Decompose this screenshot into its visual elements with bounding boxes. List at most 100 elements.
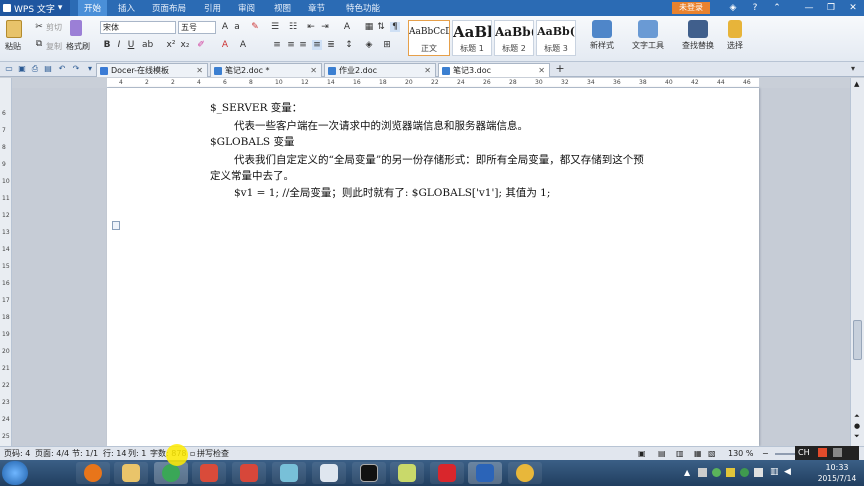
menu-review[interactable]: 审阅 <box>238 0 255 16</box>
find-replace-button[interactable]: 查找替换 <box>678 20 718 54</box>
superscript-icon[interactable]: x² <box>166 40 176 50</box>
tab-homework2[interactable]: 作业2.doc ✕ <box>324 63 436 77</box>
tab-notes2[interactable]: 笔记2.doc * ✕ <box>210 63 322 77</box>
align-right-icon[interactable]: ≡ <box>298 40 308 50</box>
outline-view-icon[interactable]: ▧ <box>708 447 716 460</box>
print-preview-icon[interactable]: ▤ <box>43 64 53 74</box>
taskbar-app-4[interactable] <box>192 462 226 484</box>
tab-list-dropdown-icon[interactable]: ▾ <box>848 64 858 74</box>
page-nav-icon[interactable]: ● <box>854 422 860 430</box>
doc-line[interactable]: $GLOBALS 变量 <box>210 134 294 149</box>
font-size-select[interactable]: 五号 <box>178 21 216 34</box>
scroll-up-icon[interactable]: ▲ <box>854 80 859 88</box>
tray-app-icon[interactable] <box>740 468 749 477</box>
font-color-icon[interactable]: A <box>220 40 230 50</box>
strikethrough-icon[interactable]: ab <box>142 40 153 50</box>
tab-close-icon[interactable]: ✕ <box>538 64 545 77</box>
highlight-icon[interactable]: ✐ <box>196 40 206 50</box>
clear-format-icon[interactable]: ✎ <box>250 22 260 32</box>
next-page-icon[interactable]: ⏷ <box>854 432 860 441</box>
cut-button[interactable]: 剪切 <box>46 22 62 33</box>
undo-icon[interactable]: ↶ <box>57 64 67 74</box>
table-icon[interactable]: ▦ <box>364 22 374 32</box>
maximize-icon[interactable]: ❐ <box>820 0 842 16</box>
tray-app-icon[interactable] <box>712 468 721 477</box>
underline-icon[interactable]: U <box>126 40 136 50</box>
page-view-icon[interactable]: ▥ <box>676 447 684 460</box>
document-page[interactable]: $_SERVER 变量： 代表一些客户端在一次请求中的浏览器端信息和服务器端信息… <box>107 88 759 446</box>
grow-font-icon[interactable]: A <box>220 22 230 32</box>
doc-line[interactable]: $_SERVER 变量： <box>210 100 302 115</box>
style-heading-3[interactable]: AaBb( 标题 3 <box>536 20 576 56</box>
redo-icon[interactable]: ↷ <box>71 64 81 74</box>
style-heading-2[interactable]: AaBb( 标题 2 <box>494 20 534 56</box>
select-button[interactable]: 选择 <box>722 20 748 54</box>
view-mode-icon[interactable]: ▤ <box>658 447 666 460</box>
numbered-list-icon[interactable]: ☷ <box>288 22 298 32</box>
paste-button[interactable]: 粘贴 <box>5 41 21 52</box>
taskbar-cmd[interactable] <box>352 462 386 484</box>
sort-icon[interactable]: ⇅ <box>376 22 386 32</box>
subscript-icon[interactable]: x₂ <box>180 40 190 50</box>
taskbar-explorer[interactable] <box>114 462 148 484</box>
new-style-button[interactable]: 新样式 <box>584 20 620 54</box>
tray-app-icon[interactable] <box>754 468 763 477</box>
decrease-indent-icon[interactable]: ⇤ <box>306 22 316 32</box>
justify-icon[interactable]: ≡ <box>312 40 322 50</box>
menu-view[interactable]: 视图 <box>274 0 291 16</box>
tab-close-icon[interactable]: ✕ <box>424 64 431 77</box>
horizontal-ruler[interactable]: 4 2 2 4 6 8 10 12 14 16 18 20 22 24 26 28 30 32 34 36 38 40 42… <box>107 78 759 88</box>
taskbar-chrome[interactable] <box>154 462 188 484</box>
char-shading-icon[interactable]: A <box>238 40 248 50</box>
zoom-level[interactable]: 130 % <box>728 447 753 460</box>
format-painter-button[interactable]: 格式刷 <box>66 41 90 52</box>
chinese-layout-icon[interactable]: A <box>342 22 352 32</box>
skin-icon[interactable]: ◈ <box>722 0 744 16</box>
prev-page-icon[interactable]: ⏶ <box>854 412 860 421</box>
align-left-icon[interactable]: ≡ <box>272 40 282 50</box>
save-icon[interactable]: ▣ <box>17 64 27 74</box>
new-tab-plus-icon[interactable]: + <box>555 63 565 74</box>
distributed-align-icon[interactable]: ≣ <box>326 40 336 50</box>
full-screen-icon[interactable]: ▣ <box>638 447 646 460</box>
line-spacing-icon[interactable]: ↕ <box>344 40 354 50</box>
menu-references[interactable]: 引用 <box>204 0 221 16</box>
shading-icon[interactable]: ◈ <box>364 40 374 50</box>
status-pages[interactable]: 页面: 4/4 <box>35 447 69 460</box>
web-view-icon[interactable]: ▦ <box>694 447 702 460</box>
tray-expand-icon[interactable]: ▲ <box>684 468 690 477</box>
doc-line[interactable]: 代表一些客户端在一次请求中的浏览器端信息和服务器端信息。 <box>234 118 528 133</box>
menu-home[interactable]: 开始 <box>78 0 108 16</box>
taskbar-firefox[interactable] <box>76 462 110 484</box>
status-page[interactable]: 页码: 4 <box>4 447 30 460</box>
borders-icon[interactable]: ⊞ <box>382 40 392 50</box>
bold-icon[interactable]: B <box>102 40 112 50</box>
start-button[interactable] <box>2 461 28 485</box>
copy-icon[interactable]: ⧉ <box>34 39 44 49</box>
app-menu-button[interactable]: WPS 文字 ▾ <box>0 0 70 16</box>
increase-indent-icon[interactable]: ⇥ <box>320 22 330 32</box>
bullet-list-icon[interactable]: ☰ <box>270 22 280 32</box>
taskbar-app-6[interactable] <box>272 462 306 484</box>
align-center-icon[interactable]: ≡ <box>286 40 296 50</box>
checkbox-icon[interactable]: ▫ <box>190 447 195 460</box>
copy-button[interactable]: 复制 <box>46 41 62 52</box>
vertical-scrollbar[interactable]: ▲ ⏶ ● ⏷ <box>850 78 864 446</box>
doc-line[interactable]: 代表我们自定定义的“全局变量”的另一份存储形式：即所有全局变量，都又存储到这个预 <box>234 152 644 167</box>
show-marks-icon[interactable]: ¶ <box>390 22 400 32</box>
menu-page-layout[interactable]: 页面布局 <box>152 0 186 16</box>
ime-indicator[interactable]: CH <box>795 446 859 460</box>
format-painter-icon[interactable] <box>70 20 82 36</box>
ribbon-collapse-icon[interactable]: ⌃ <box>766 0 788 16</box>
status-section[interactable]: 节: 1/1 <box>72 447 98 460</box>
tray-app-icon[interactable] <box>698 468 707 477</box>
spell-check-toggle[interactable]: 拼写检查 <box>197 447 229 460</box>
scroll-thumb[interactable] <box>853 320 862 360</box>
close-icon[interactable]: ✕ <box>842 0 864 16</box>
font-name-select[interactable]: 宋体 <box>100 21 176 34</box>
menu-special[interactable]: 特色功能 <box>346 0 380 16</box>
tab-close-icon[interactable]: ✕ <box>196 64 203 77</box>
tab-close-icon[interactable]: ✕ <box>310 64 317 77</box>
scissors-icon[interactable]: ✂ <box>34 22 44 32</box>
taskbar-wps-writer[interactable] <box>468 462 502 484</box>
